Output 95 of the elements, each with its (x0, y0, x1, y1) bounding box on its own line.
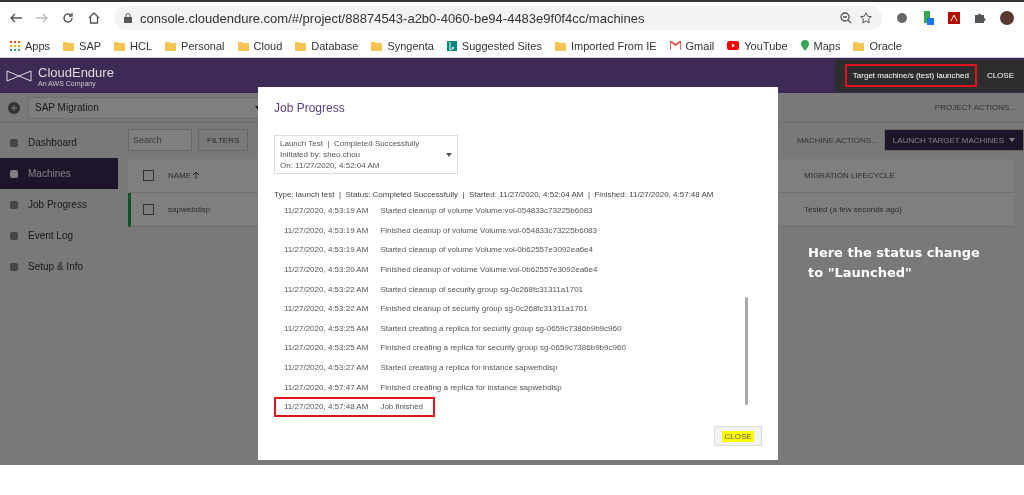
nav-icon (10, 262, 18, 271)
log-time: 11/27/2020, 4:53:19 AM (284, 245, 369, 255)
address-bar[interactable]: console.cloudendure.com/#/project/88874543-a2b0-4060-be94-4483e9f0f4cc/machines (114, 6, 882, 30)
log-message: Finished creating a replica for security group sg-0659c7386b9b9c960 (380, 343, 626, 353)
sidebar-item[interactable]: Job Progress (0, 189, 118, 220)
log-time: 11/27/2020, 4:53:22 AM (284, 284, 369, 294)
log-message: Finished creating a replica for instance sapwebdisp (380, 382, 562, 392)
job-select-line: Initiated by: sheo.chou (280, 149, 362, 160)
lock-icon (124, 13, 132, 23)
annotation-text: Here the status change to "Launched" (808, 244, 981, 282)
log-message: Job finished (380, 402, 424, 412)
zoom-out-icon[interactable] (840, 12, 852, 24)
bookmark[interactable]: HCL (114, 39, 153, 52)
log-message: Started cleanup of volume Volume:vol-054833c73225b6083 (380, 206, 593, 216)
checkbox[interactable] (143, 204, 154, 215)
bookmark[interactable]: Oracle (853, 39, 902, 52)
log-message: Finished cleanup of volume Volume:vol-054833c73225b6083 (380, 225, 597, 235)
sidebar-item[interactable]: Setup & Info (0, 251, 118, 282)
nav-icon (10, 200, 18, 209)
extension-badge-icon[interactable] (922, 11, 934, 25)
extension-circle-icon[interactable] (896, 12, 908, 24)
sidebar-item[interactable]: Machines (0, 158, 118, 189)
table-cell: Tested (a few seconds ago) (804, 205, 902, 214)
folder-icon (165, 40, 177, 51)
folder-icon (63, 40, 75, 51)
folder-icon (853, 40, 865, 51)
play-icon (727, 41, 740, 50)
bookmark[interactable]: Cloud (237, 39, 283, 52)
log-time: 11/27/2020, 4:53:19 AM (284, 225, 369, 235)
checkbox[interactable] (143, 170, 154, 181)
column-header[interactable]: NAME (168, 171, 192, 180)
bookmark[interactable]: YouTube (727, 39, 788, 52)
folder-icon (237, 40, 249, 51)
job-select-line: On: 11/27/2020, 4:52:04 AM (280, 160, 381, 171)
log-message: Finished cleanup of security group sg-0c268fc31311a1701 (380, 304, 588, 314)
job-select[interactable]: Launch Test | Completed Successfully Initiated by: sheo.chou On: 11/27/2020, 4:52:04 AM (274, 135, 458, 174)
pdf-icon[interactable] (948, 12, 960, 24)
bookmark[interactable]: SAP (63, 39, 102, 52)
bookmark[interactable]: Syngenta (371, 39, 434, 52)
log-time: 11/27/2020, 4:53:22 AM (284, 304, 369, 314)
log-time: 11/27/2020, 4:53:27 AM (284, 363, 369, 373)
nav-icon (10, 138, 18, 147)
log-message: Started cleanup of volume Volume:vol-0b62557e3092ea6e4 (380, 245, 593, 255)
apps-grid-icon (10, 40, 20, 51)
log-time: 11/27/2020, 4:53:25 AM (284, 323, 369, 333)
folder-icon (555, 40, 566, 51)
avatar-icon[interactable] (1000, 11, 1014, 25)
log-message: Finished cleanup of volume Volume:vol-0b62557e3092ea6e4 (380, 265, 598, 275)
folder-icon (371, 40, 383, 51)
log-time: 11/27/2020, 4:53:20 AM (284, 265, 369, 275)
log-message: Started creating a replica for instance sapwebdisp (380, 363, 558, 373)
log-time: 11/27/2020, 4:57:48 AM (284, 402, 369, 412)
bookmark[interactable]: Gmail (669, 39, 715, 52)
dialog-title: Job Progress (274, 101, 346, 115)
close-button[interactable]: CLOSE (714, 426, 762, 446)
reload-icon[interactable] (62, 12, 74, 24)
sidebar-item[interactable]: Dashboard (0, 127, 118, 158)
log-time: 11/27/2020, 4:57:47 AM (284, 382, 369, 392)
search-field[interactable]: Search (128, 129, 192, 151)
folder-icon (295, 40, 307, 51)
log-message: Started cleanup of security group sg-0c268fc31311a1701 (380, 284, 584, 294)
star-icon[interactable] (860, 12, 872, 24)
logo-text: CloudEndure (38, 64, 114, 80)
back-icon[interactable] (10, 13, 22, 23)
nav-icon (10, 231, 18, 240)
column-header: MIGRATION LIFECYCLE (804, 171, 895, 180)
url-text: console.cloudendure.com/#/project/88874543-a2b0-4060-be94-4483e9f0f4cc/machines (140, 10, 645, 26)
folder-icon (114, 40, 126, 51)
map-pin-icon (800, 40, 809, 51)
log-message: Started creating a replica for security group sg-0659c7386b9b9c960 (380, 323, 622, 333)
launch-machines-button[interactable]: LAUNCH TARGET MACHINES (883, 129, 1024, 151)
log-time: 11/27/2020, 4:53:25 AM (284, 343, 369, 353)
sidebar-item[interactable]: Event Log (0, 220, 118, 251)
bookmark[interactable]: Imported From IE (555, 39, 657, 52)
bookmark[interactable]: Apps (10, 39, 51, 52)
mail-icon (669, 41, 681, 50)
bookmark[interactable]: Maps (800, 39, 841, 52)
puzzle-icon[interactable] (974, 12, 986, 24)
job-summary: Type: launch test | Status: Completed Successfully | Started: 11/27/2020, 4:52:04 AM | Finished: 11/27/2020, 4:57:48 AM (274, 190, 715, 199)
sort-up-icon (193, 172, 200, 179)
bookmark[interactable]: Suggested Sites (446, 39, 542, 52)
bookmark[interactable]: Personal (165, 39, 225, 52)
bookmark[interactable]: Database (295, 39, 359, 52)
home-icon[interactable] (88, 12, 100, 24)
toast-close-link[interactable]: CLOSE (986, 71, 1014, 80)
nav-icon (10, 169, 18, 178)
add-project-icon[interactable] (8, 101, 20, 114)
b-logo-icon (446, 40, 457, 51)
toast-message: Target machine/s (test) launched (844, 64, 977, 87)
bowtie-logo-icon (6, 69, 32, 82)
caret-icon (1009, 138, 1015, 142)
table-cell: sapwebdisp (168, 205, 211, 214)
caret-icon (446, 152, 452, 157)
job-select-line: Launch Test | Completed Successfully (280, 138, 420, 149)
log-time: 11/27/2020, 4:53:19 AM (284, 206, 369, 216)
